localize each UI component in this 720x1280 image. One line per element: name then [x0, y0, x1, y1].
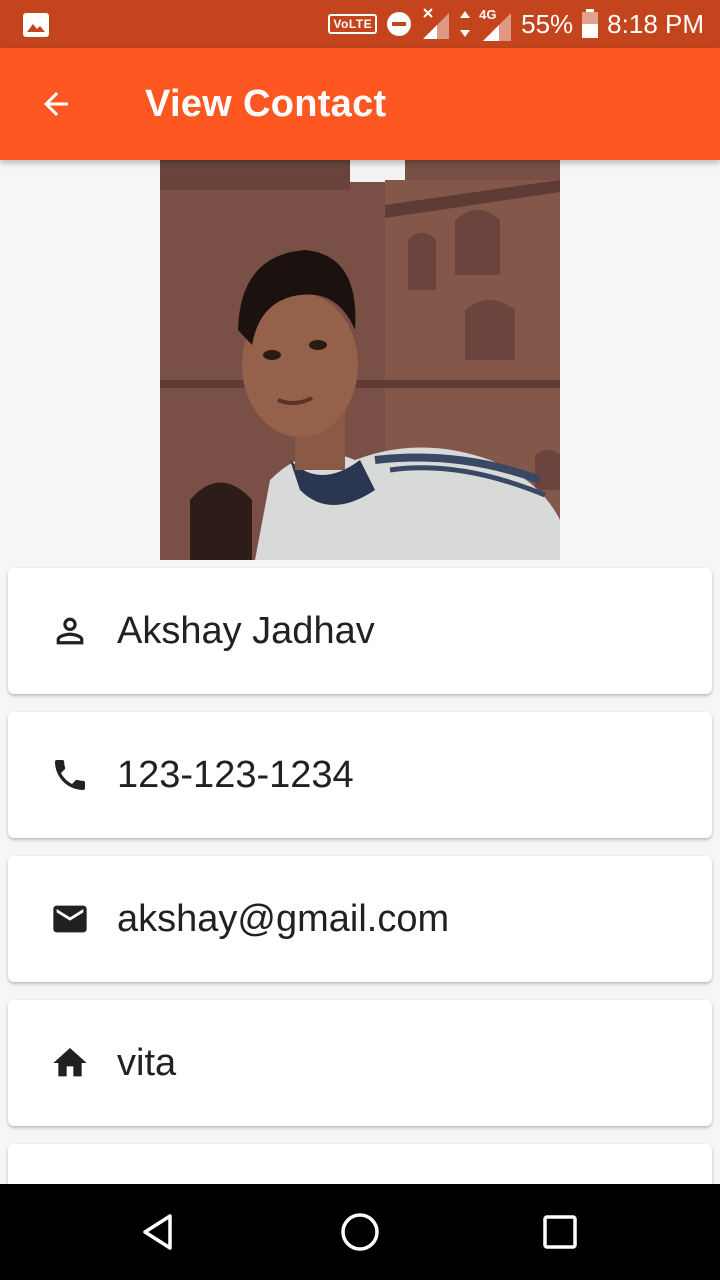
contact-phone: 123-123-1234 — [117, 754, 354, 796]
contact-email: akshay@gmail.com — [117, 898, 450, 940]
email-icon — [53, 905, 87, 933]
page-title: View Contact — [145, 83, 387, 125]
battery-icon — [582, 9, 599, 38]
recents-square-icon — [543, 1215, 577, 1249]
nav-back-button[interactable] — [136, 1208, 184, 1256]
status-bar: VoLTE 4G 55% 8:18 PM — [0, 0, 720, 48]
nav-home-button[interactable] — [336, 1208, 384, 1256]
contact-address: vita — [117, 1042, 177, 1084]
app-bar: View Contact — [0, 48, 720, 160]
battery-percent: 55% — [521, 8, 574, 39]
data-arrows-icon — [460, 11, 471, 37]
person-icon — [56, 617, 84, 645]
image-notification-icon — [22, 12, 50, 38]
contact-email-card[interactable]: akshay@gmail.com — [8, 856, 712, 982]
back-button[interactable] — [30, 78, 82, 130]
nav-recents-button[interactable] — [536, 1208, 584, 1256]
arrow-back-icon — [44, 92, 68, 116]
signal-4g-icon: 4G — [479, 5, 513, 43]
clock: 8:18 PM — [607, 8, 704, 39]
home-icon — [53, 1048, 87, 1077]
navigation-bar — [0, 1184, 720, 1280]
contact-name: Akshay Jadhav — [117, 610, 375, 652]
contact-name-card[interactable]: Akshay Jadhav — [8, 568, 712, 694]
contact-photo — [160, 160, 560, 560]
volte-badge: VoLTE — [328, 14, 378, 34]
phone-icon — [55, 760, 85, 790]
contact-phone-card[interactable]: 123-123-1234 — [8, 712, 712, 838]
do-not-disturb-icon — [387, 12, 412, 36]
signal-icon — [423, 8, 450, 39]
home-circle-icon — [341, 1213, 379, 1251]
back-triangle-icon — [143, 1214, 172, 1250]
contact-address-card[interactable]: vita — [8, 1000, 712, 1126]
